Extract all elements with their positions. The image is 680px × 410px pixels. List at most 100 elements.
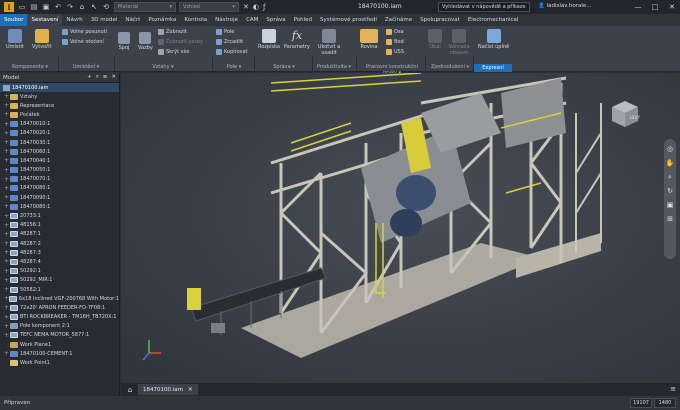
- tree-node[interactable]: +18470060:1: [0, 147, 119, 156]
- tree-node[interactable]: +18470070:1: [0, 175, 119, 184]
- open-icon[interactable]: ▤: [29, 2, 39, 12]
- close-tab-icon[interactable]: ✕: [188, 387, 193, 393]
- tree-node[interactable]: +50292_MIR:1: [0, 276, 119, 285]
- undo-icon[interactable]: ↶: [53, 2, 63, 12]
- update-icon[interactable]: ⟲: [101, 2, 111, 12]
- user-account[interactable]: 👤 ladislav.horale...: [538, 3, 592, 9]
- tree-node[interactable]: +48287:2: [0, 239, 119, 248]
- close-icon[interactable]: ✕: [111, 74, 116, 81]
- home-tab-icon[interactable]: ⌂: [124, 384, 136, 395]
- tree-node[interactable]: + TEFC NEMA MOTOR_5877:1: [0, 331, 119, 340]
- tree-node[interactable]: + Počátek: [0, 110, 119, 119]
- pan-icon[interactable]: ✋: [666, 159, 675, 167]
- zoom-icon[interactable]: ⌕: [666, 173, 674, 181]
- bom-button[interactable]: Rozpiska: [258, 29, 280, 50]
- inventor-logo[interactable]: I: [4, 2, 14, 12]
- group-position[interactable]: Umístění ▾: [60, 64, 112, 72]
- tab-collaborate[interactable]: Spolupracovat: [416, 14, 464, 26]
- create-button[interactable]: Vytvořit: [32, 29, 52, 50]
- add-icon[interactable]: +: [87, 74, 92, 81]
- appearance-combo[interactable]: Vzhled ▾: [179, 2, 239, 12]
- parameters-button[interactable]: fx Parametry: [284, 29, 310, 50]
- group-simplification[interactable]: Zjednodušení ▾: [426, 64, 474, 72]
- tree-node[interactable]: +50292:1: [0, 267, 119, 276]
- new-icon[interactable]: ▭: [17, 2, 27, 12]
- ucs-button[interactable]: USS: [386, 49, 404, 55]
- tab-electromechanical[interactable]: Electromechanical: [464, 14, 523, 26]
- group-express[interactable]: Expresní: [474, 64, 512, 72]
- help-search-input[interactable]: Vyhledávat v nápovědě a příkaze: [438, 2, 530, 12]
- tree-node[interactable]: +18470100-CEMENT:1: [0, 349, 119, 358]
- save-icon[interactable]: ▣: [41, 2, 51, 12]
- pattern-button[interactable]: Pole: [216, 29, 234, 35]
- search-icon[interactable]: ⌕: [96, 74, 99, 81]
- tab-get-started[interactable]: Začínáme: [381, 14, 416, 26]
- free-move-button[interactable]: Volné posunutí: [62, 29, 107, 35]
- tree-node[interactable]: +48287:4: [0, 257, 119, 266]
- mirror-button[interactable]: Zrcadlit: [216, 39, 243, 45]
- tree-node[interactable]: +50582:1: [0, 285, 119, 294]
- tabs-menu-icon[interactable]: ≡: [670, 385, 676, 393]
- substitute-button[interactable]: Náhrada obalem: [446, 29, 472, 56]
- tree-node[interactable]: +20733:1: [0, 211, 119, 220]
- group-relationships[interactable]: Vztahy ▾: [118, 64, 208, 72]
- tab-design[interactable]: Návrh: [62, 14, 86, 26]
- tree-node[interactable]: +72x20' APRON FEEDER-FO-7F08:1: [0, 303, 119, 312]
- tree-node[interactable]: +48287:3: [0, 248, 119, 257]
- graphics-viewport[interactable]: LEVÝ ◎ ✋ ⌕ ↻ ▣ ⊞: [121, 73, 680, 383]
- redo-icon[interactable]: ↷: [65, 2, 75, 12]
- tab-inspect[interactable]: Kontrola: [180, 14, 211, 26]
- tree-root[interactable]: 18470100.iam: [0, 83, 119, 92]
- group-work-features[interactable]: Pracovní konstrukční prvky ▾: [360, 64, 424, 76]
- tab-annotate[interactable]: Poznámka: [144, 14, 180, 26]
- tree-node[interactable]: +18470030:1: [0, 138, 119, 147]
- tab-manage[interactable]: Správa: [262, 14, 289, 26]
- axis-button[interactable]: Osa: [386, 29, 404, 35]
- tree-node[interactable]: +48287:1: [0, 230, 119, 239]
- group-productivity[interactable]: Produktivita ▾: [314, 64, 354, 72]
- tree-node[interactable]: +6x18 Inclined VGF-200768 With Motor:1: [0, 294, 119, 303]
- free-rotate-button[interactable]: Volné otočení: [62, 39, 104, 45]
- constrain-button[interactable]: Vazby: [138, 32, 153, 51]
- menu-icon[interactable]: ≡: [103, 74, 108, 81]
- tree-node[interactable]: + Pole komponent 2:1: [0, 322, 119, 331]
- material-combo[interactable]: Materiál ▾: [114, 2, 176, 12]
- adjust-icon[interactable]: ◐: [253, 3, 259, 11]
- document-tab[interactable]: 18470100.iam ✕: [138, 384, 198, 395]
- tree-node[interactable]: + BTI ROCKBREAKER - TM16H_TB720X:1: [0, 313, 119, 322]
- select-icon[interactable]: ↖: [89, 2, 99, 12]
- orbit-icon[interactable]: ↻: [666, 187, 674, 195]
- tab-3d-model[interactable]: 3D model: [87, 14, 122, 26]
- steering-wheel-icon[interactable]: ◎: [666, 145, 674, 153]
- view-cube[interactable]: LEVÝ: [610, 99, 640, 131]
- plane-button[interactable]: Rovina: [360, 29, 378, 50]
- tree-node[interactable]: +18470080:1: [0, 184, 119, 193]
- ground-root-button[interactable]: Ukotvit a usadit: [316, 29, 342, 56]
- tab-tools[interactable]: Nástroje: [211, 14, 242, 26]
- tab-file[interactable]: Soubor: [0, 14, 28, 26]
- tab-sketch[interactable]: Náčrt: [121, 14, 144, 26]
- maximize-button[interactable]: □: [647, 0, 663, 14]
- tab-assemble[interactable]: Sestavení: [27, 14, 63, 26]
- browser-title[interactable]: Model: [3, 75, 20, 81]
- point-button[interactable]: Bod: [386, 39, 404, 45]
- tree-node[interactable]: +18470090:1: [0, 193, 119, 202]
- tree-node[interactable]: +18470040:1: [0, 156, 119, 165]
- minimize-button[interactable]: —: [630, 0, 646, 14]
- show-button[interactable]: Zobrazit: [158, 29, 187, 35]
- clear-icon[interactable]: ✕: [243, 3, 249, 11]
- copy-button[interactable]: Kopírovat: [216, 49, 248, 55]
- hide-all-button[interactable]: Skrýt vše: [158, 49, 189, 55]
- join-button[interactable]: Spoj: [118, 32, 130, 51]
- place-button[interactable]: Umístit: [6, 29, 24, 50]
- group-pattern[interactable]: Pole ▾: [214, 64, 254, 72]
- tree-node[interactable]: +18470050:1: [0, 166, 119, 175]
- group-manage[interactable]: Správa ▾: [256, 64, 312, 72]
- tree-node[interactable]: +48156:1: [0, 221, 119, 230]
- shrinkwrap-button[interactable]: Obal: [428, 29, 442, 50]
- tree-node[interactable]: +18470020:1: [0, 129, 119, 138]
- tree-node[interactable]: +18470010:1: [0, 120, 119, 129]
- group-component[interactable]: Komponenta ▾: [4, 64, 56, 72]
- show-sick-button[interactable]: Zobrazit vazby: [158, 39, 203, 45]
- tree-node[interactable]: + Vztahy: [0, 92, 119, 101]
